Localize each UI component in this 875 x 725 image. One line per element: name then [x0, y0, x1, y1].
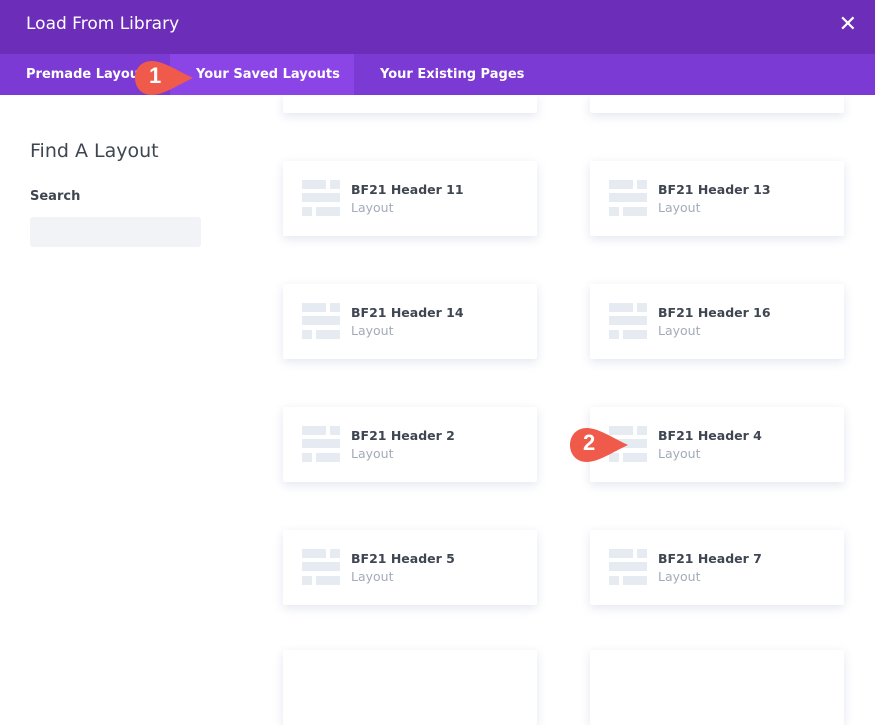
- layout-type: Layout: [351, 446, 394, 461]
- layout-type: Layout: [351, 323, 394, 338]
- search-label: Search: [30, 189, 81, 204]
- layout-name: BF21 Header 7: [658, 551, 762, 566]
- tab-existing-pages[interactable]: Your Existing Pages: [354, 54, 550, 95]
- layout-card[interactable]: BF21 Header 13 Layout: [590, 161, 844, 236]
- layout-icon: [609, 180, 647, 216]
- step-marker-2-label: 2: [583, 430, 596, 455]
- layout-name: BF21 Header 13: [658, 182, 771, 197]
- modal-header: Load From Library ✕: [0, 0, 875, 54]
- layout-icon: [302, 303, 340, 339]
- layout-type: Layout: [658, 446, 701, 461]
- step-marker-1-label: 1: [149, 63, 162, 88]
- layout-name: BF21 Header 16: [658, 305, 771, 320]
- tab-bar: Premade Layouts Your Saved Layouts Your …: [0, 54, 875, 95]
- layout-icon: [302, 426, 340, 462]
- layout-name: BF21 Header 14: [351, 305, 464, 320]
- layout-type: Layout: [658, 323, 701, 338]
- layout-card[interactable]: BF21 Header 14 Layout: [283, 284, 537, 359]
- layout-icon: [609, 549, 647, 585]
- layout-card[interactable]: BF21 Header 2 Layout: [283, 407, 537, 482]
- layout-card[interactable]: BF21 Header 7 Layout: [590, 530, 844, 605]
- close-icon[interactable]: ✕: [839, 12, 857, 37]
- layout-card[interactable]: BF21 Header 11 Layout: [283, 161, 537, 236]
- layout-type: Layout: [658, 200, 701, 215]
- layout-card-partial[interactable]: [283, 95, 537, 113]
- layout-card-partial[interactable]: [590, 650, 844, 725]
- layout-name: BF21 Header 2: [351, 428, 455, 443]
- layout-icon: [609, 303, 647, 339]
- layout-name: BF21 Header 4: [658, 428, 762, 443]
- layout-name: BF21 Header 11: [351, 182, 464, 197]
- layout-card-partial[interactable]: [590, 95, 844, 113]
- layout-icon: [302, 549, 340, 585]
- modal-title: Load From Library: [26, 14, 180, 34]
- layout-type: Layout: [351, 200, 394, 215]
- layout-card-partial[interactable]: [283, 650, 537, 725]
- layout-type: Layout: [351, 569, 394, 584]
- layout-card[interactable]: BF21 Header 5 Layout: [283, 530, 537, 605]
- layout-name: BF21 Header 5: [351, 551, 455, 566]
- layout-type: Layout: [658, 569, 701, 584]
- layout-card[interactable]: BF21 Header 16 Layout: [590, 284, 844, 359]
- search-input[interactable]: [30, 217, 201, 247]
- layout-icon: [302, 180, 340, 216]
- sidebar-title: Find A Layout: [30, 140, 159, 162]
